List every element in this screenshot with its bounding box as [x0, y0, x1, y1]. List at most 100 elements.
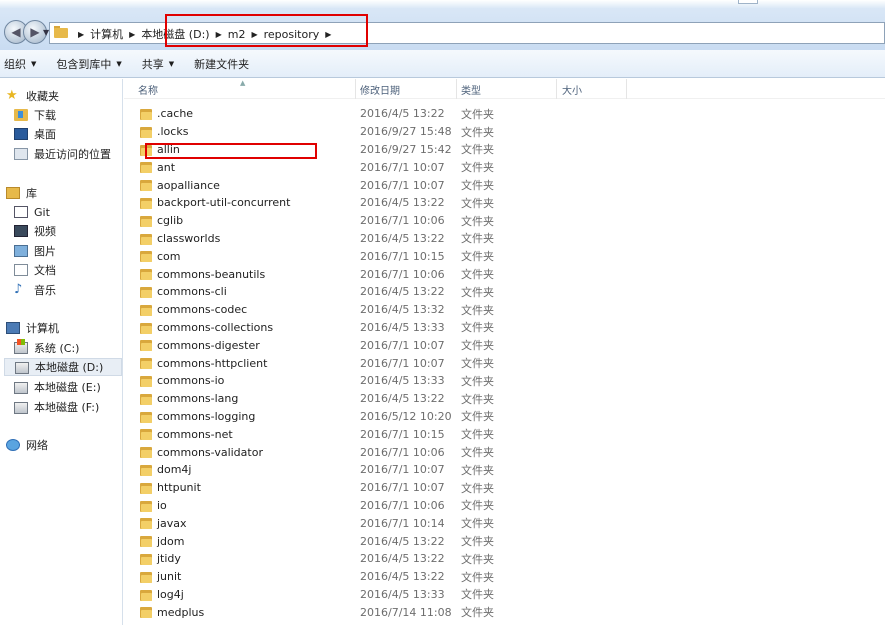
breadcrumb-repository[interactable]: repository [264, 28, 320, 41]
file-row[interactable]: commons-collections 2016/4/5 13:33 文件夹 [124, 319, 885, 337]
sidebar-item-desktop[interactable]: 桌面 [14, 125, 123, 143]
file-type: 文件夹 [461, 357, 494, 371]
breadcrumb-drive-d[interactable]: 本地磁盘 (D:) [141, 26, 209, 42]
new-folder-label: 新建文件夹 [194, 57, 250, 71]
file-date-modified: 2016/7/14 11:08 [360, 605, 452, 619]
organize-button[interactable]: 组织 ▼ [4, 56, 36, 72]
sidebar-item-favorites[interactable]: ★ 收藏夹 [6, 87, 129, 105]
video-library-icon [14, 225, 28, 237]
file-row[interactable]: ant 2016/7/1 10:07 文件夹 [124, 158, 885, 176]
file-row[interactable]: commons-digester 2016/7/1 10:07 文件夹 [124, 336, 885, 354]
chevron-right-icon[interactable]: ▶ [216, 30, 222, 39]
file-row[interactable]: jdom 2016/4/5 13:22 文件夹 [124, 532, 885, 550]
file-row[interactable]: io 2016/7/1 10:06 文件夹 [124, 497, 885, 515]
file-date-modified: 2016/4/5 13:22 [360, 392, 445, 406]
file-row[interactable]: dom4j 2016/7/1 10:07 文件夹 [124, 461, 885, 479]
file-name: javax [157, 516, 187, 530]
file-type: 文件夹 [461, 535, 494, 549]
file-row[interactable]: .cache 2016/4/5 13:22 文件夹 [124, 105, 885, 123]
file-row[interactable]: commons-httpclient 2016/7/1 10:07 文件夹 [124, 354, 885, 372]
chevron-right-icon[interactable]: ▶ [251, 30, 257, 39]
file-row[interactable]: com 2016/7/1 10:15 文件夹 [124, 247, 885, 265]
share-button[interactable]: 共享 ▼ [142, 56, 174, 72]
file-row[interactable]: commons-codec 2016/4/5 13:32 文件夹 [124, 301, 885, 319]
address-bar[interactable]: ▶ 计算机 ▶ 本地磁盘 (D:) ▶ m2 ▶ repository ▶ [49, 22, 885, 44]
sidebar-item-pictures[interactable]: 图片 [14, 242, 123, 260]
sidebar-item-libraries[interactable]: 库 [6, 184, 129, 202]
folder-icon [140, 428, 152, 441]
network-icon [6, 439, 20, 451]
file-row[interactable]: commons-validator 2016/7/1 10:06 文件夹 [124, 443, 885, 461]
file-type: 文件夹 [461, 125, 494, 139]
breadcrumb-m2[interactable]: m2 [228, 28, 246, 41]
file-row[interactable]: classworlds 2016/4/5 13:22 文件夹 [124, 230, 885, 248]
file-row[interactable]: allin 2016/9/27 15:42 文件夹 [124, 141, 885, 159]
sidebar-item-drive-d[interactable]: 本地磁盘 (D:) [4, 358, 122, 376]
file-date-modified: 2016/4/5 13:33 [360, 374, 445, 388]
sidebar-item-drive-e[interactable]: 本地磁盘 (E:) [14, 378, 123, 396]
file-type: 文件夹 [461, 214, 494, 228]
file-date-modified: 2016/4/5 13:22 [360, 552, 445, 566]
sidebar-item-computer[interactable]: 计算机 [6, 319, 129, 337]
file-type: 文件夹 [461, 392, 494, 406]
file-name: commons-logging [157, 409, 256, 423]
file-row[interactable]: commons-logging 2016/5/12 10:20 文件夹 [124, 408, 885, 426]
file-date-modified: 2016/9/27 15:48 [360, 125, 452, 139]
column-header-row: 名称 ▲ 修改日期 类型 大小 [124, 79, 885, 99]
sidebar-label: 本地磁盘 (D:) [35, 361, 104, 374]
folder-icon [140, 197, 152, 209]
sidebar-item-drive-c[interactable]: 系统 (C:) [14, 339, 123, 357]
file-date-modified: 2016/7/1 10:07 [360, 178, 445, 192]
column-header-size[interactable]: 大小 [557, 79, 627, 99]
file-row[interactable]: junit 2016/4/5 13:22 文件夹 [124, 568, 885, 586]
sidebar-item-videos[interactable]: 视频 [14, 222, 123, 240]
file-type: 文件夹 [461, 374, 494, 388]
column-header-date-modified[interactable]: 修改日期 [356, 79, 457, 99]
file-row[interactable]: commons-lang 2016/4/5 13:22 文件夹 [124, 390, 885, 408]
file-row[interactable]: medplus 2016/7/14 11:08 文件夹 [124, 603, 885, 621]
file-name: commons-codec [157, 303, 248, 317]
file-name: jtidy [157, 552, 181, 566]
sidebar-item-network[interactable]: 网络 [6, 436, 129, 454]
file-row[interactable]: commons-beanutils 2016/7/1 10:06 文件夹 [124, 265, 885, 283]
document-library-icon [14, 264, 28, 276]
file-name: commons-io [157, 374, 225, 388]
file-row[interactable]: httpunit 2016/7/1 10:07 文件夹 [124, 479, 885, 497]
file-row[interactable]: .locks 2016/9/27 15:48 文件夹 [124, 123, 885, 141]
drive-icon [14, 382, 28, 394]
computer-icon [6, 322, 20, 334]
file-row[interactable]: jtidy 2016/4/5 13:22 文件夹 [124, 550, 885, 568]
file-name: dom4j [157, 463, 192, 477]
chevron-right-icon[interactable]: ▶ [129, 30, 135, 39]
breadcrumb-computer[interactable]: 计算机 [90, 26, 123, 42]
column-header-type[interactable]: 类型 [457, 79, 557, 99]
library-icon [6, 187, 20, 199]
file-row[interactable]: commons-io 2016/4/5 13:33 文件夹 [124, 372, 885, 390]
sidebar-item-recent-places[interactable]: 最近访问的位置 [14, 145, 123, 163]
file-name: allin [157, 142, 180, 156]
sidebar-item-git[interactable]: Git [14, 203, 123, 221]
file-row[interactable]: log4j 2016/4/5 13:33 文件夹 [124, 586, 885, 604]
chevron-right-icon[interactable]: ▶ [325, 30, 331, 39]
file-row[interactable]: javax 2016/7/1 10:14 文件夹 [124, 514, 885, 532]
sidebar-item-documents[interactable]: 文档 [14, 261, 123, 279]
sidebar-label: 图片 [34, 245, 56, 258]
file-row[interactable]: backport-util-concurrent 2016/4/5 13:22 文件… [124, 194, 885, 212]
file-row[interactable]: commons-net 2016/7/1 10:15 文件夹 [124, 425, 885, 443]
file-row[interactable]: cglib 2016/7/1 10:06 文件夹 [124, 212, 885, 230]
include-in-library-button[interactable]: 包含到库中 ▼ [56, 56, 121, 72]
file-type: 文件夹 [461, 446, 494, 460]
file-type: 文件夹 [461, 196, 494, 210]
chevron-right-icon[interactable]: ▶ [78, 30, 84, 39]
file-name: commons-digester [157, 338, 260, 352]
file-name: junit [157, 570, 182, 584]
sidebar-item-drive-f[interactable]: 本地磁盘 (F:) [14, 398, 123, 416]
new-folder-button[interactable]: 新建文件夹 [194, 56, 249, 72]
file-row[interactable]: aopalliance 2016/7/1 10:07 文件夹 [124, 176, 885, 194]
sidebar-item-downloads[interactable]: 下载 [14, 106, 123, 124]
file-row[interactable]: commons-cli 2016/4/5 13:22 文件夹 [124, 283, 885, 301]
file-date-modified: 2016/4/5 13:22 [360, 107, 445, 121]
sidebar-item-music[interactable]: ♪ 音乐 [14, 281, 123, 299]
file-date-modified: 2016/7/1 10:06 [360, 445, 445, 459]
file-date-modified: 2016/7/1 10:07 [360, 481, 445, 495]
